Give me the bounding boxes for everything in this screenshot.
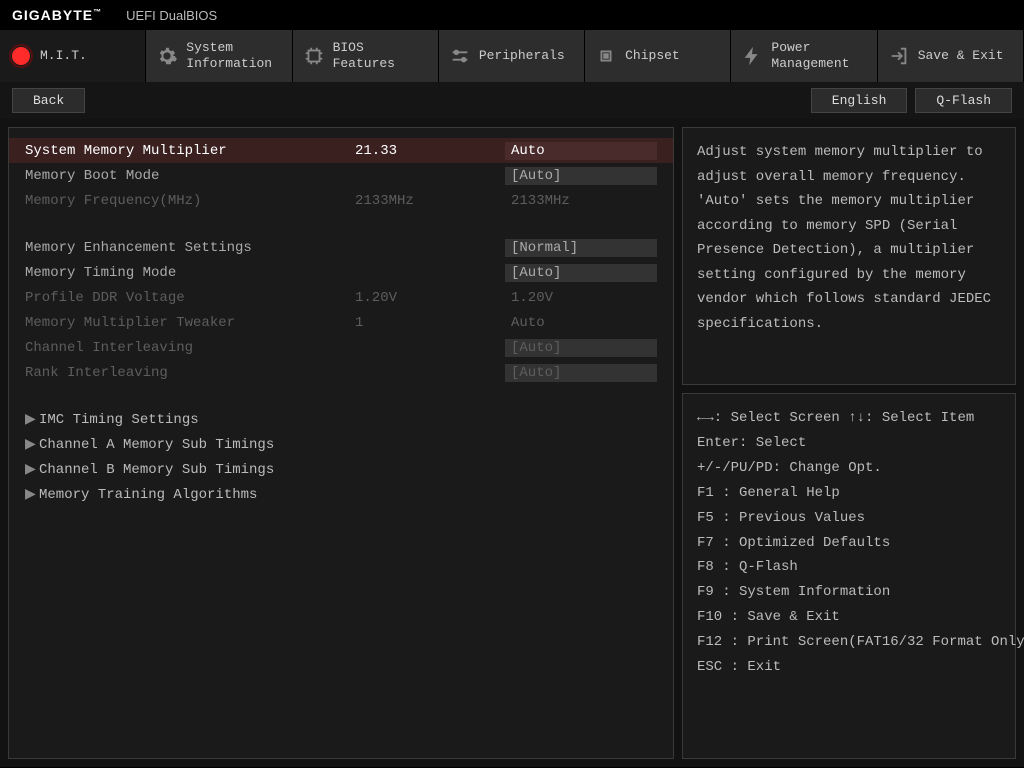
cpu-icon [593, 43, 619, 69]
triangle-icon: ▶ [25, 486, 35, 503]
setting-value: Auto [505, 142, 657, 160]
sliders-icon [447, 43, 473, 69]
settings-panel: System Memory Multiplier21.33AutoMemory … [8, 127, 674, 759]
tab-save-exit[interactable]: Save & Exit [878, 30, 1024, 82]
setting-value: [Auto] [505, 339, 657, 357]
help-panel: Adjust system memory multiplier to adjus… [682, 127, 1016, 385]
submenu-item[interactable]: ▶Channel A Memory Sub Timings [9, 432, 673, 457]
submenu-item[interactable]: ▶IMC Timing Settings [9, 407, 673, 432]
submenu-label: IMC Timing Settings [39, 412, 199, 428]
setting-label: Memory Enhancement Settings [25, 240, 355, 256]
setting-value: 1.20V [505, 289, 657, 307]
submenu-item[interactable]: ▶Channel B Memory Sub Timings [9, 457, 673, 482]
gear-icon [154, 43, 180, 69]
tab-system-information[interactable]: System Information [146, 30, 292, 82]
setting-label: Profile DDR Voltage [25, 290, 355, 306]
bolt-icon [739, 43, 765, 69]
key-hint: F8 : Q-Flash [697, 555, 1001, 580]
tab-label: BIOS Features [333, 40, 395, 71]
setting-row: Profile DDR Voltage1.20V1.20V [9, 285, 673, 310]
tab-chipset[interactable]: Chipset [585, 30, 731, 82]
tab-power-management[interactable]: Power Management [731, 30, 877, 82]
key-hints-panel: ←→: Select Screen ↑↓: Select ItemEnter: … [682, 393, 1016, 759]
tab-label: Peripherals [479, 48, 565, 64]
back-button[interactable]: Back [12, 88, 85, 113]
key-hint: ESC : Exit [697, 655, 1001, 680]
tab-label: System Information [186, 40, 272, 71]
setting-current: 1.20V [355, 290, 505, 306]
top-bar: GIGABYTE™ UEFI DualBIOS [0, 0, 1024, 30]
setting-label: Memory Timing Mode [25, 265, 355, 281]
language-button[interactable]: English [811, 88, 908, 113]
triangle-icon: ▶ [25, 411, 35, 428]
tab-label: Chipset [625, 48, 680, 64]
key-hint: Enter: Select [697, 431, 1001, 456]
triangle-icon: ▶ [25, 436, 35, 453]
key-hint: F5 : Previous Values [697, 506, 1001, 531]
key-hint: +/-/PU/PD: Change Opt. [697, 456, 1001, 481]
main-tabs: M.I.T. System Information BIOS Features … [0, 30, 1024, 82]
submenu-label: Channel A Memory Sub Timings [39, 437, 274, 453]
setting-row[interactable]: Memory Boot Mode [Auto] [9, 163, 673, 188]
setting-row: Channel Interleaving [Auto] [9, 335, 673, 360]
setting-label: Channel Interleaving [25, 340, 355, 356]
setting-row: Memory Multiplier Tweaker1Auto [9, 310, 673, 335]
setting-label: Memory Frequency(MHz) [25, 193, 355, 209]
tab-label: Power Management [771, 40, 849, 71]
key-hint: F7 : Optimized Defaults [697, 531, 1001, 556]
setting-value: 2133MHz [505, 192, 657, 210]
setting-label: Memory Multiplier Tweaker [25, 315, 355, 331]
record-icon [8, 43, 34, 69]
tab-bios-features[interactable]: BIOS Features [293, 30, 439, 82]
triangle-icon: ▶ [25, 461, 35, 478]
key-hint: F10 : Save & Exit [697, 605, 1001, 630]
submenu-item[interactable]: ▶Memory Training Algorithms [9, 482, 673, 507]
setting-value: [Auto] [505, 364, 657, 382]
setting-label: Memory Boot Mode [25, 168, 355, 184]
submenu-label: Memory Training Algorithms [39, 487, 257, 503]
chip-icon [301, 43, 327, 69]
setting-value: [Auto] [505, 264, 657, 282]
brand-logo: GIGABYTE™ [12, 7, 102, 23]
key-hint: F9 : System Information [697, 580, 1001, 605]
toolbar: Back English Q-Flash [0, 82, 1024, 119]
key-hint: F12 : Print Screen(FAT16/32 Format Only) [697, 630, 1001, 655]
key-hint: ←→: Select Screen ↑↓: Select Item [697, 406, 1001, 431]
setting-current: 1 [355, 315, 505, 331]
setting-label: Rank Interleaving [25, 365, 355, 381]
setting-current: 21.33 [355, 143, 505, 159]
setting-row: Memory Frequency(MHz)2133MHz2133MHz [9, 188, 673, 213]
key-hint: F1 : General Help [697, 481, 1001, 506]
setting-value: [Auto] [505, 167, 657, 185]
tab-label: M.I.T. [40, 48, 87, 64]
submenu-label: Channel B Memory Sub Timings [39, 462, 274, 478]
setting-row[interactable]: Memory Timing Mode [Auto] [9, 260, 673, 285]
setting-label: System Memory Multiplier [25, 143, 355, 159]
tab-peripherals[interactable]: Peripherals [439, 30, 585, 82]
setting-current: 2133MHz [355, 193, 505, 209]
setting-value: Auto [505, 314, 657, 332]
setting-value: [Normal] [505, 239, 657, 257]
setting-row[interactable]: System Memory Multiplier21.33Auto [9, 138, 673, 163]
qflash-button[interactable]: Q-Flash [915, 88, 1012, 113]
setting-row[interactable]: Memory Enhancement Settings [Normal] [9, 235, 673, 260]
exit-icon [886, 43, 912, 69]
tab-mit[interactable]: M.I.T. [0, 30, 146, 82]
bios-subtitle: UEFI DualBIOS [126, 8, 217, 23]
tab-label: Save & Exit [918, 48, 1004, 64]
setting-row: Rank Interleaving [Auto] [9, 360, 673, 385]
